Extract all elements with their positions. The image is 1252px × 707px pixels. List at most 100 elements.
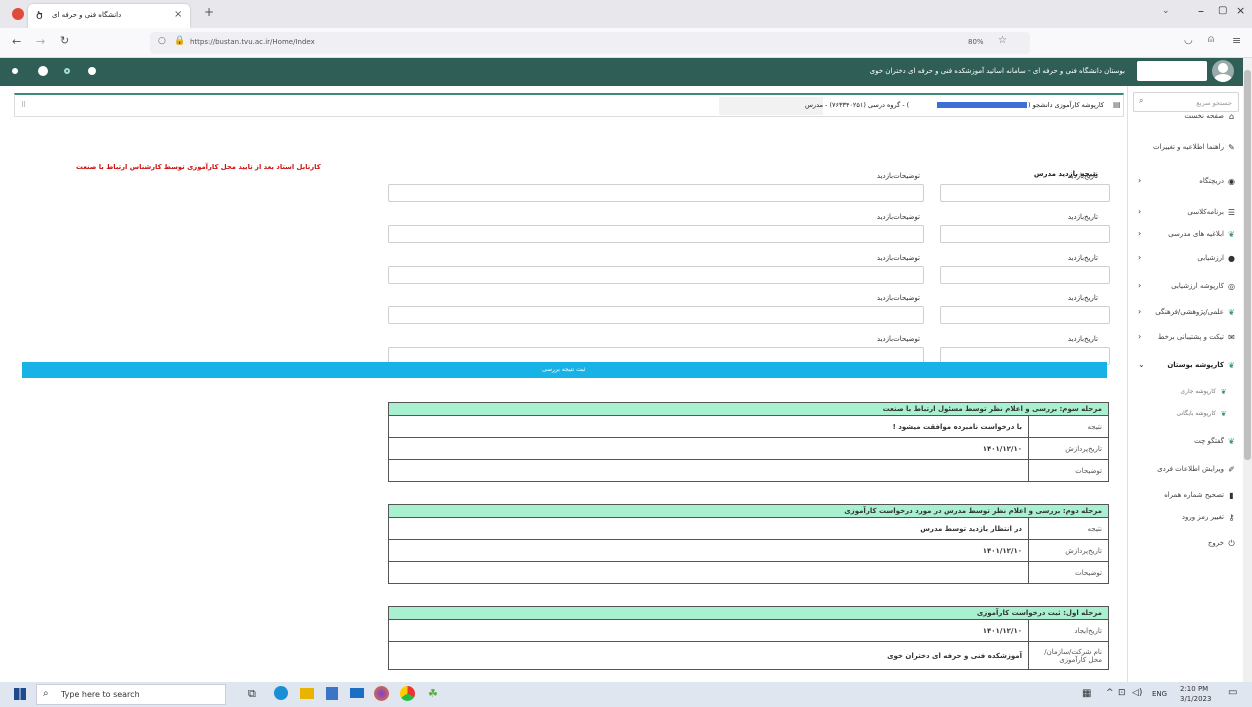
- windows-start-icon[interactable]: [14, 688, 26, 700]
- sidebar-item[interactable]: ❦ کارپوشه بوستان ⌄: [1128, 356, 1244, 376]
- chevron-left-icon: ‹: [1138, 207, 1142, 216]
- volume-icon[interactable]: ◁): [1132, 688, 1142, 698]
- language-indicator[interactable]: ENG: [1152, 690, 1167, 698]
- sidebar-item[interactable]: ● ارزشیابی ‹: [1128, 249, 1244, 269]
- sidebar-item-label: تیکت و پشتیبانی برخط: [1157, 333, 1224, 341]
- zoom-level[interactable]: 80%: [968, 38, 984, 46]
- minimize-icon[interactable]: –: [1198, 4, 1204, 18]
- forward-icon[interactable]: →: [36, 35, 45, 48]
- row-value: در انتظار بازدید توسط مدرس: [388, 517, 1029, 540]
- list-icon: ☰: [1227, 208, 1236, 217]
- row-label: تاریخ‌پردازش: [1028, 437, 1109, 460]
- sidebar-item[interactable]: ⌂ صفحه نخست: [1128, 107, 1244, 127]
- taskbar-search-icon: ⌕: [43, 688, 49, 699]
- scrollbar-thumb[interactable]: [1244, 70, 1251, 460]
- restore-icon[interactable]: ▢: [1218, 5, 1227, 16]
- table-row: تاریخ‌پردازش ۱۴۰۱/۱۲/۱۰: [388, 539, 1109, 562]
- visit-desc-input[interactable]: [388, 306, 924, 324]
- clock-time[interactable]: 2:10 PM: [1180, 685, 1208, 693]
- sidebar-item[interactable]: ◉ دریچتگاه ‹: [1128, 172, 1244, 192]
- table-row: تاریخ‌ایجاد ۱۴۰۱/۱۲/۱۰: [388, 619, 1109, 642]
- visit-date-input[interactable]: [940, 306, 1110, 324]
- sidebar-item[interactable]: ✎ راهنما اطلاعیه و تغییرات: [1128, 138, 1244, 158]
- clock-date[interactable]: 3/1/2023: [1180, 695, 1211, 703]
- close-window-icon[interactable]: ×: [1236, 4, 1245, 17]
- sidebar-item[interactable]: ⏻ خروج: [1128, 534, 1244, 554]
- sidebar-item[interactable]: ❦ کارپوشه جاری: [1128, 383, 1244, 403]
- app-title: بوستان دانشگاه فنی و حرفه ای - سامانه اس…: [869, 67, 1125, 75]
- app-menu-icon[interactable]: ≡: [1232, 34, 1241, 47]
- network-icon[interactable]: ⊡: [1118, 688, 1126, 698]
- row-label: نتیجه: [1028, 517, 1109, 540]
- account-icon[interactable]: ⍝: [1208, 34, 1214, 45]
- store-icon[interactable]: [326, 687, 338, 700]
- submit-result-button[interactable]: ثبت نتیجه بررسی: [22, 362, 1107, 378]
- sidebar-item[interactable]: ❦ کارپوشه بایگانی: [1128, 405, 1244, 425]
- table-row: نام شرکت/سازمان/محل کارآموزی آموزشکده فنی…: [388, 641, 1109, 670]
- sidebar-item-label: تغییر رمز ورود: [1181, 513, 1224, 521]
- firefox-menu-icon[interactable]: [12, 8, 24, 20]
- firefox-icon[interactable]: [374, 686, 389, 701]
- chevron-down-icon: ⌄: [1138, 360, 1145, 369]
- sidebar-item[interactable]: ▮ تصحیح شماره همراه: [1128, 486, 1244, 506]
- help-icon[interactable]: [38, 66, 48, 76]
- visit-date-input[interactable]: [940, 225, 1110, 243]
- edge-icon[interactable]: [274, 686, 288, 700]
- sidebar-item[interactable]: ❦ علمی/پژوهشی/فرهنگی ‹: [1128, 303, 1244, 323]
- visit-date-label: تاریخ‌بازدید: [1067, 294, 1098, 302]
- sidebar: جستجو سریع ⌕ ⌂ صفحه نخست ✎ راهنما اطلاعیه و…: [1127, 86, 1243, 682]
- tab-title: دانشگاه فنی و حرفه ای: [52, 11, 122, 19]
- submit-label: ثبت نتیجه بررسی: [542, 366, 586, 373]
- leaf-icon: ❦: [1228, 437, 1235, 446]
- search-icon[interactable]: ⌕: [1139, 96, 1143, 106]
- chevron-left-icon: ‹: [1138, 281, 1142, 290]
- chrome-icon[interactable]: [400, 686, 415, 701]
- sidebar-item-label: گفتگو چت: [1194, 437, 1224, 445]
- visit-desc-input[interactable]: [388, 184, 924, 202]
- visit-desc-input[interactable]: [388, 225, 924, 243]
- user-name-box[interactable]: [1137, 61, 1207, 81]
- reload-icon[interactable]: ↻: [60, 34, 69, 47]
- sidebar-item[interactable]: ❦ ابلاغیه های مدرسی ‹: [1128, 225, 1244, 245]
- phone-icon: ▮: [1229, 491, 1234, 500]
- chevron-left-icon: ‹: [1138, 176, 1142, 185]
- windows-taskbar: ⌕ Type here to search ⧉ ☘ ▦ ^ ⊡ ◁) ENG 2…: [0, 682, 1252, 707]
- new-tab-button[interactable]: +: [204, 5, 214, 19]
- bookmark-star-icon[interactable]: ☆: [998, 35, 1007, 46]
- visit-date-input[interactable]: [940, 184, 1110, 202]
- status-icon[interactable]: [64, 68, 70, 74]
- row-label: نتیجه: [1028, 415, 1109, 438]
- stage-title: مرحله اول: ثبت درخواست کارآموزی: [388, 606, 1109, 620]
- sidebar-item[interactable]: ✉ تیکت و پشتیبانی برخط ‹: [1128, 328, 1244, 348]
- globe-header-icon[interactable]: [88, 67, 96, 75]
- header-dot-icon[interactable]: [12, 68, 18, 74]
- address-bar[interactable]: ○ 🔒 https://bustan.tvu.ac.ir/Home/Index …: [150, 32, 1030, 54]
- tab-close-icon[interactable]: ×: [174, 9, 182, 20]
- tab-list-icon[interactable]: ⌄: [1162, 6, 1170, 16]
- file-explorer-icon[interactable]: [300, 688, 314, 699]
- shield-icon: ○: [158, 36, 166, 46]
- keyboard-icon[interactable]: ▦: [1082, 688, 1091, 699]
- visit-date-label: تاریخ‌بازدید: [1067, 335, 1098, 343]
- task-view-icon[interactable]: ⧉: [248, 687, 256, 701]
- breadcrumb-left-icon[interactable]: ⠿: [21, 101, 26, 109]
- taskbar-search-placeholder: Type here to search: [61, 690, 140, 699]
- visit-desc-input[interactable]: [388, 266, 924, 284]
- sidebar-item[interactable]: ✐ ویرایش اطلاعات فردی: [1128, 460, 1244, 480]
- sidebar-item[interactable]: ⚷ تغییر رمز ورود: [1128, 508, 1244, 528]
- avatar[interactable]: [1212, 60, 1234, 82]
- sidebar-item[interactable]: ◎ کارپوشه ارزشیابی ‹: [1128, 277, 1244, 297]
- visit-date-label: تاریخ‌بازدید: [1067, 172, 1098, 180]
- tray-chevron-icon[interactable]: ^: [1106, 688, 1114, 698]
- sidebar-item[interactable]: ☰ برنامه‌کلاسی ‹: [1128, 203, 1244, 223]
- mail-icon[interactable]: [350, 688, 364, 698]
- app-icon[interactable]: ☘: [428, 687, 438, 700]
- taskbar-search-input[interactable]: ⌕ Type here to search: [36, 684, 226, 705]
- pocket-icon[interactable]: ◡: [1184, 35, 1193, 46]
- sidebar-item[interactable]: ❦ گفتگو چت: [1128, 432, 1244, 452]
- back-icon[interactable]: ←: [12, 35, 21, 48]
- visit-date-input[interactable]: [940, 266, 1110, 284]
- notification-icon[interactable]: ▭: [1228, 687, 1237, 698]
- sidebar-item-label: کارپوشه جاری: [1180, 388, 1216, 395]
- browser-tab[interactable]: ծ دانشگاه فنی و حرفه ای ×: [28, 4, 190, 28]
